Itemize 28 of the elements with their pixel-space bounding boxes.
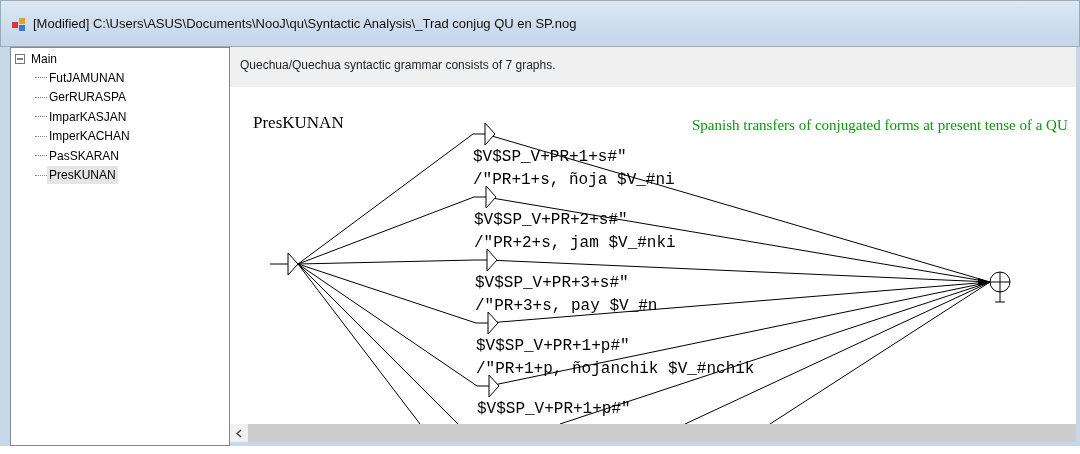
box-arrow[interactable] [485,185,497,209]
box-label[interactable]: /"PR+2+s, jam $V_#nki [474,234,676,252]
box-arrow[interactable] [488,374,500,398]
box-label[interactable]: $V$SP_V+PR+3+s#" [475,274,629,292]
tree-item[interactable]: ImparKASJAN [47,107,129,126]
box-label[interactable]: $V$SP_V+PR+1+p#" [476,337,630,355]
collapse-icon[interactable] [15,53,26,65]
chevron-left-icon [236,428,242,438]
app-icon [11,15,27,32]
box-label[interactable]: $V$SP_V+PR+2+s#" [474,211,628,229]
tree-item[interactable]: GerRURASPA [47,88,129,107]
tree-item[interactable]: Main [29,50,59,68]
box-arrow[interactable] [487,311,499,335]
window-title: [Modified] C:\Users\ASUS\Documents\NooJ\qu\Syntactic Analysis\_Trad conjug QU en SP.nog [33,14,577,33]
graph-comment: Spanish transfers of conjugated forms at present tense of a QU [692,117,1068,133]
box-label[interactable]: /"PR+3+s, pay $V_#n [475,297,658,315]
initial-node[interactable] [269,252,299,276]
box-arrow[interactable] [484,122,496,146]
graph-title: PresKUNAN [253,113,344,132]
info-bar: Quechua/Quechua syntactic grammar consists of 7 graphs. [230,47,1076,87]
box-arrow[interactable] [486,248,498,272]
tree-item[interactable]: PresKUNAN [47,166,118,185]
horizontal-scrollbar[interactable] [230,424,1076,442]
terminal-node[interactable] [978,271,1011,303]
tree-item[interactable]: ImperKACHAN [47,127,132,146]
scroll-left-button[interactable] [230,424,248,442]
tree-item[interactable]: PasSKARAN [47,146,122,165]
tree-item[interactable]: FutJAMUNAN [47,68,127,87]
